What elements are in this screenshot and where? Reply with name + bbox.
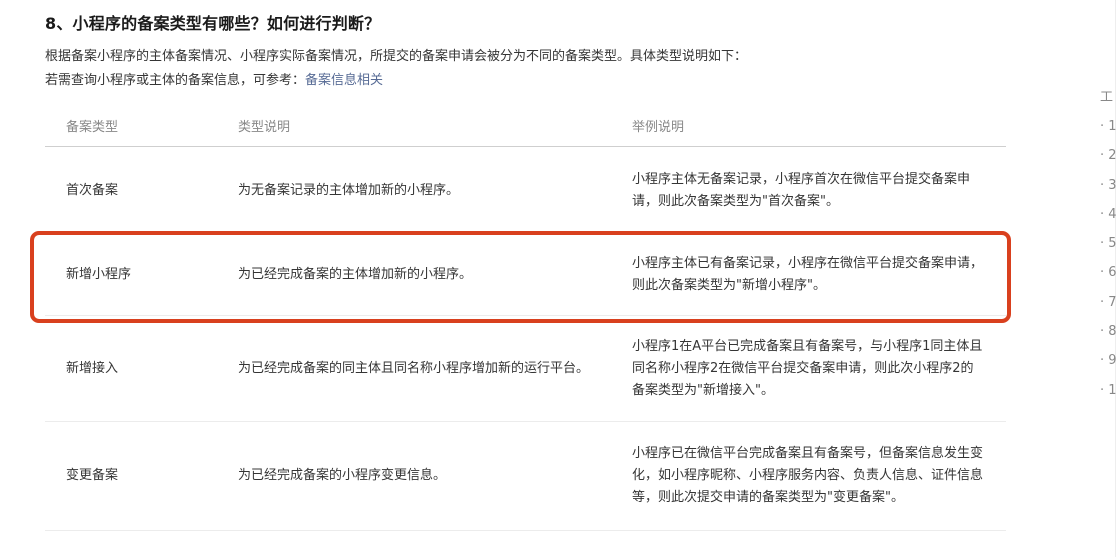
registration-type-table: 备案类型 类型说明 举例说明 首次备案 为无备案记录的主体增加新的小程序。 小程…	[45, 104, 1006, 531]
side-toc-item[interactable]: · 7	[1100, 288, 1116, 317]
cell-description: 为已经完成备案的同主体且同名称小程序增加新的运行平台。	[217, 315, 611, 422]
cell-example: 小程序主体已有备案记录，小程序在微信平台提交备案申请，则此次备案类型为"新增小程…	[611, 234, 1006, 316]
header-description: 类型说明	[217, 104, 611, 147]
table-header-row: 备案类型 类型说明 举例说明	[45, 104, 1006, 147]
side-toc-item[interactable]: · 9	[1100, 346, 1116, 375]
cell-example: 小程序主体无备案记录，小程序首次在微信平台提交备案申请，则此次备案类型为"首次备…	[611, 146, 1006, 235]
side-toc-item[interactable]: · 3	[1100, 171, 1116, 200]
table-row: 首次备案 为无备案记录的主体增加新的小程序。 小程序主体无备案记录，小程序首次在…	[45, 146, 1006, 235]
table-row: 新增小程序 为已经完成备案的主体增加新的小程序。 小程序主体已有备案记录，小程序…	[45, 234, 1006, 316]
side-toc-item[interactable]: · 6	[1100, 258, 1116, 287]
cell-type: 变更备案	[45, 421, 217, 531]
side-toc-item[interactable]: · 1	[1100, 376, 1116, 405]
side-toc-item[interactable]: · 5	[1100, 229, 1116, 258]
cell-example: 小程序1在A平台已完成备案且有备案号，与小程序1同主体且同名称小程序2在微信平台…	[611, 315, 1006, 422]
side-toc-item[interactable]: · 4	[1100, 200, 1116, 229]
record-info-link[interactable]: 备案信息相关	[305, 73, 383, 88]
cell-type: 新增接入	[45, 315, 217, 422]
intro-line-2: 若需查询小程序或主体的备案信息，可参考：备案信息相关	[45, 69, 747, 93]
cell-description: 为无备案记录的主体增加新的小程序。	[217, 146, 611, 235]
side-toc-item[interactable]: · 1	[1100, 112, 1116, 141]
section-heading: 8、小程序的备案类型有哪些？如何进行判断？	[45, 14, 381, 33]
table-row: 变更备案 为已经完成备案的小程序变更信息。 小程序已在微信平台完成备案且有备案号…	[45, 421, 1006, 531]
cell-type: 首次备案	[45, 146, 217, 235]
intro-line-2-prefix: 若需查询小程序或主体的备案信息，可参考：	[45, 73, 306, 88]
intro-text: 根据备案小程序的主体备案情况、小程序实际备案情况，所提交的备案申请会被分为不同的…	[45, 45, 747, 93]
header-type: 备案类型	[45, 104, 217, 147]
cell-example: 小程序已在微信平台完成备案且有备案号，但备案信息发生变化，如小程序昵称、小程序服…	[611, 421, 1006, 531]
side-toc: 工 · 1 · 2 · 3 · 4 · 5 · 6 · 7 · 8 · 9 · …	[1100, 84, 1116, 405]
side-toc-title: 工	[1100, 90, 1114, 105]
cell-description: 为已经完成备案的主体增加新的小程序。	[217, 234, 611, 316]
header-example: 举例说明	[611, 104, 1006, 147]
page: 8、小程序的备案类型有哪些？如何进行判断？ 根据备案小程序的主体备案情况、小程序…	[0, 0, 1116, 557]
intro-line-1: 根据备案小程序的主体备案情况、小程序实际备案情况，所提交的备案申请会被分为不同的…	[45, 49, 748, 64]
side-toc-item[interactable]: · 2	[1100, 141, 1116, 170]
cell-description: 为已经完成备案的小程序变更信息。	[217, 421, 611, 531]
cell-type: 新增小程序	[45, 234, 217, 316]
table-row: 新增接入 为已经完成备案的同主体且同名称小程序增加新的运行平台。 小程序1在A平…	[45, 315, 1006, 422]
side-toc-item[interactable]: · 8	[1100, 317, 1116, 346]
